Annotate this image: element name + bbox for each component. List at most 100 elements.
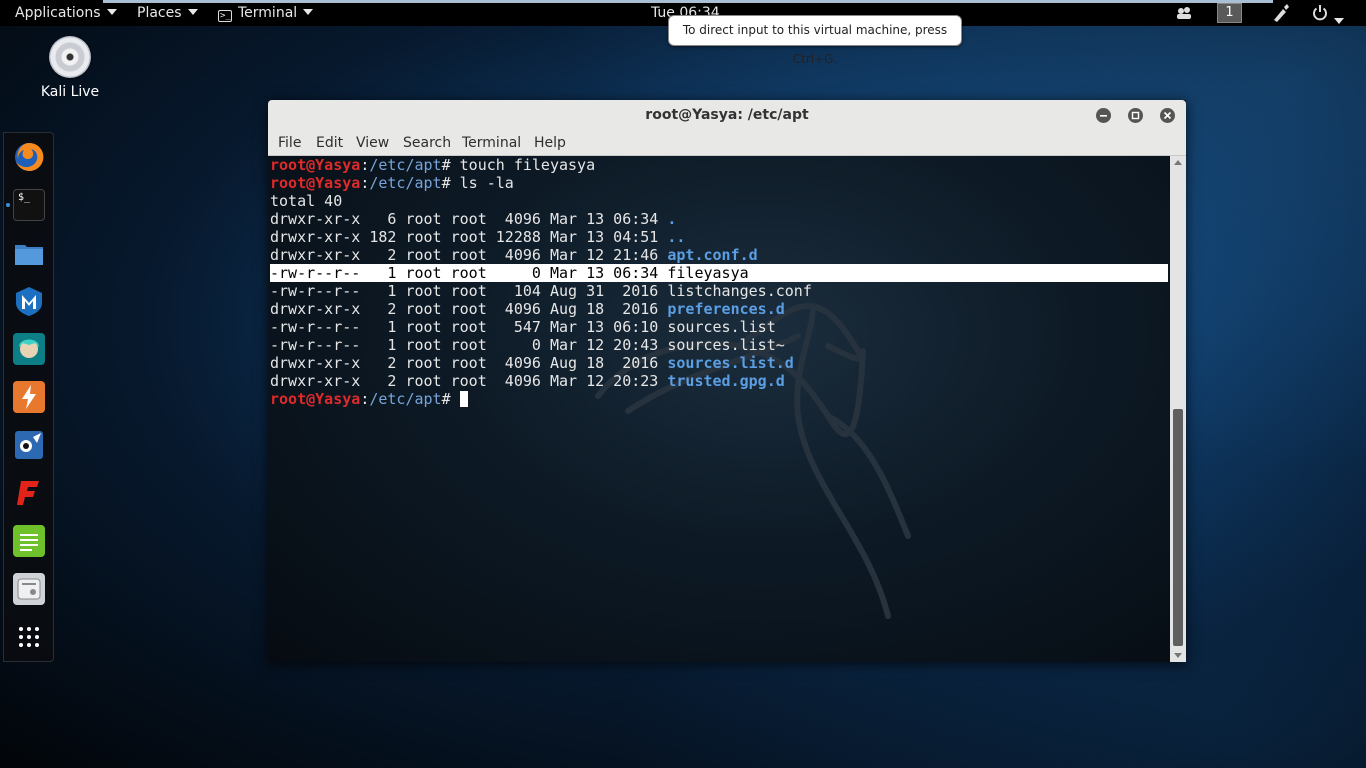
ls-meta: drwxr-xr-x 2 root root 4096 Aug 18 2016 bbox=[270, 354, 668, 372]
vm-user-icon[interactable] bbox=[1175, 0, 1193, 26]
command-text: ls -la bbox=[450, 174, 514, 192]
places-menu[interactable]: Places bbox=[137, 0, 198, 26]
ls-name-dir: sources.list.d bbox=[667, 354, 794, 372]
ls-row: drwxr-xr-x 2 root root 4096 Mar 12 20:23… bbox=[270, 372, 785, 390]
pen-tool-icon[interactable] bbox=[1271, 0, 1289, 26]
show-apps-icon[interactable] bbox=[13, 621, 45, 653]
terminal-output[interactable]: root@Yasya:/etc/apt# touch fileyasya roo… bbox=[268, 156, 1170, 662]
ls-meta: -rw-r--r-- 1 root root 104 Aug 31 2016 bbox=[270, 282, 668, 300]
prompt-sep: : bbox=[360, 390, 370, 408]
command-text: touch fileyasya bbox=[450, 156, 596, 174]
terminal-app-menu[interactable]: >_ Terminal bbox=[218, 0, 314, 26]
menu-search[interactable]: Search bbox=[403, 131, 451, 156]
ls-name-dir: trusted.gpg.d bbox=[667, 372, 785, 390]
firefox-icon[interactable] bbox=[13, 141, 45, 173]
chevron-down-icon bbox=[1334, 18, 1344, 24]
ls-meta: drwxr-xr-x 6 root root 4096 Mar 13 06:34 bbox=[270, 210, 668, 228]
prompt-line: root@Yasya:/etc/apt# touch fileyasya bbox=[270, 156, 595, 174]
ls-meta: drwxr-xr-x 2 root root 4096 Mar 12 20:23 bbox=[270, 372, 668, 390]
menu-edit[interactable]: Edit bbox=[316, 131, 343, 156]
terminal-icon[interactable]: $_ bbox=[13, 189, 45, 221]
ls-name-file: sources.list bbox=[667, 318, 776, 336]
desktop-icon-kali-live[interactable]: Kali Live bbox=[30, 36, 110, 100]
chevron-down-icon bbox=[106, 9, 117, 15]
prompt-sep: : bbox=[360, 156, 370, 174]
chevron-down-icon bbox=[187, 9, 198, 15]
prompt-sep: : bbox=[360, 174, 370, 192]
ls-name-dir: .. bbox=[667, 228, 686, 246]
window-title: root@Yasya: /etc/apt bbox=[645, 107, 809, 123]
ls-meta: -rw-r--r-- 1 root root 0 Mar 12 20:43 bbox=[270, 336, 668, 354]
leafpad-icon[interactable] bbox=[13, 525, 45, 557]
applications-label: Applications bbox=[15, 5, 101, 21]
prompt-char: # bbox=[441, 156, 451, 174]
faraday-icon[interactable] bbox=[13, 477, 45, 509]
prompt-line: root@Yasya:/etc/apt# ls -la bbox=[270, 174, 514, 192]
ls-name-dir: . bbox=[667, 210, 677, 228]
ls-row: drwxr-xr-x 6 root root 4096 Mar 13 06:34… bbox=[270, 210, 676, 228]
scroll-up-icon[interactable] bbox=[1174, 160, 1182, 165]
terminal-window: root@Yasya: /etc/apt File Edit View Sear… bbox=[268, 100, 1186, 662]
ls-name-dir: preferences.d bbox=[667, 300, 785, 318]
ls-name-dir: apt.conf.d bbox=[667, 246, 758, 264]
places-label: Places bbox=[137, 5, 182, 21]
ls-meta: drwxr-xr-x 2 root root 4096 Mar 12 21:46 bbox=[270, 246, 668, 264]
terminal-app-label: Terminal bbox=[238, 5, 298, 21]
prompt-user: root@Yasya bbox=[270, 174, 361, 192]
menu-file[interactable]: File bbox=[278, 131, 301, 156]
ls-meta: drwxr-xr-x 182 root root 12288 Mar 13 04… bbox=[270, 228, 668, 246]
ls-name-file: listchanges.conf bbox=[667, 282, 812, 300]
ls-meta: -rw-r--r-- 1 root root 0 Mar 13 06:34 bbox=[270, 264, 668, 282]
ls-name-file: fileyasya bbox=[667, 264, 749, 282]
cd-disc-icon bbox=[49, 36, 91, 78]
ls-row: drwxr-xr-x 182 root root 12288 Mar 13 04… bbox=[270, 228, 685, 246]
prompt-user: root@Yasya bbox=[270, 156, 361, 174]
menu-terminal[interactable]: Terminal bbox=[462, 131, 521, 156]
text-cursor bbox=[459, 391, 468, 407]
vm-input-tooltip: To direct input to this virtual machine,… bbox=[668, 15, 962, 66]
window-titlebar[interactable]: root@Yasya: /etc/apt bbox=[268, 100, 1186, 131]
terminal-scrollbar[interactable] bbox=[1170, 156, 1186, 662]
maximize-button[interactable] bbox=[1128, 108, 1143, 123]
burpsuite-icon[interactable] bbox=[13, 381, 45, 413]
prompt-line: root@Yasya:/etc/apt# bbox=[270, 390, 468, 408]
prompt-char: # bbox=[441, 390, 451, 408]
ls-row: drwxr-xr-x 2 root root 4096 Mar 12 21:46… bbox=[270, 246, 758, 264]
prompt-path: /etc/apt bbox=[369, 156, 442, 174]
ls-row: -rw-r--r-- 1 root root 104 Aug 31 2016 l… bbox=[270, 282, 812, 300]
cherrytree-icon[interactable] bbox=[13, 573, 45, 605]
scroll-down-icon[interactable] bbox=[1174, 653, 1182, 658]
maltego-icon[interactable] bbox=[13, 429, 45, 461]
dock: $_ bbox=[3, 132, 54, 662]
menu-help[interactable]: Help bbox=[534, 131, 566, 156]
prompt-user: root@Yasya bbox=[270, 390, 361, 408]
prompt-char: # bbox=[441, 174, 451, 192]
power-menu[interactable] bbox=[1312, 0, 1344, 26]
power-icon bbox=[1313, 5, 1327, 21]
terminal-icon: >_ bbox=[218, 10, 232, 22]
ls-total: total 40 bbox=[270, 192, 343, 210]
minimize-button[interactable] bbox=[1096, 108, 1111, 123]
chevron-down-icon bbox=[303, 9, 314, 15]
ls-meta: drwxr-xr-x 2 root root 4096 Aug 18 2016 bbox=[270, 300, 668, 318]
window-menubar: File Edit View Search Terminal Help bbox=[268, 131, 1186, 156]
desktop-icon-label: Kali Live bbox=[40, 84, 100, 100]
ls-meta: -rw-r--r-- 1 root root 547 Mar 13 06:10 bbox=[270, 318, 668, 336]
menu-view[interactable]: View bbox=[356, 131, 389, 156]
close-button[interactable] bbox=[1160, 108, 1175, 123]
ls-row: drwxr-xr-x 2 root root 4096 Aug 18 2016 … bbox=[270, 300, 785, 318]
ls-row-selected[interactable]: -rw-r--r-- 1 root root 0 Mar 13 06:34 fi… bbox=[270, 264, 1168, 282]
applications-menu[interactable]: Applications bbox=[15, 0, 117, 26]
running-indicator bbox=[6, 203, 10, 207]
files-icon[interactable] bbox=[13, 237, 45, 269]
ls-row: drwxr-xr-x 2 root root 4096 Aug 18 2016 … bbox=[270, 354, 794, 372]
ls-row: -rw-r--r-- 1 root root 0 Mar 12 20:43 so… bbox=[270, 336, 785, 354]
scrollbar-thumb[interactable] bbox=[1173, 409, 1183, 646]
ls-name-file: sources.list~ bbox=[667, 336, 785, 354]
workspace-indicator[interactable]: 1 bbox=[1217, 3, 1242, 23]
metasploit-icon[interactable] bbox=[13, 285, 45, 317]
armitage-icon[interactable] bbox=[13, 333, 45, 365]
prompt-path: /etc/apt bbox=[369, 390, 442, 408]
ls-row: -rw-r--r-- 1 root root 547 Mar 13 06:10 … bbox=[270, 318, 776, 336]
prompt-path: /etc/apt bbox=[369, 174, 442, 192]
